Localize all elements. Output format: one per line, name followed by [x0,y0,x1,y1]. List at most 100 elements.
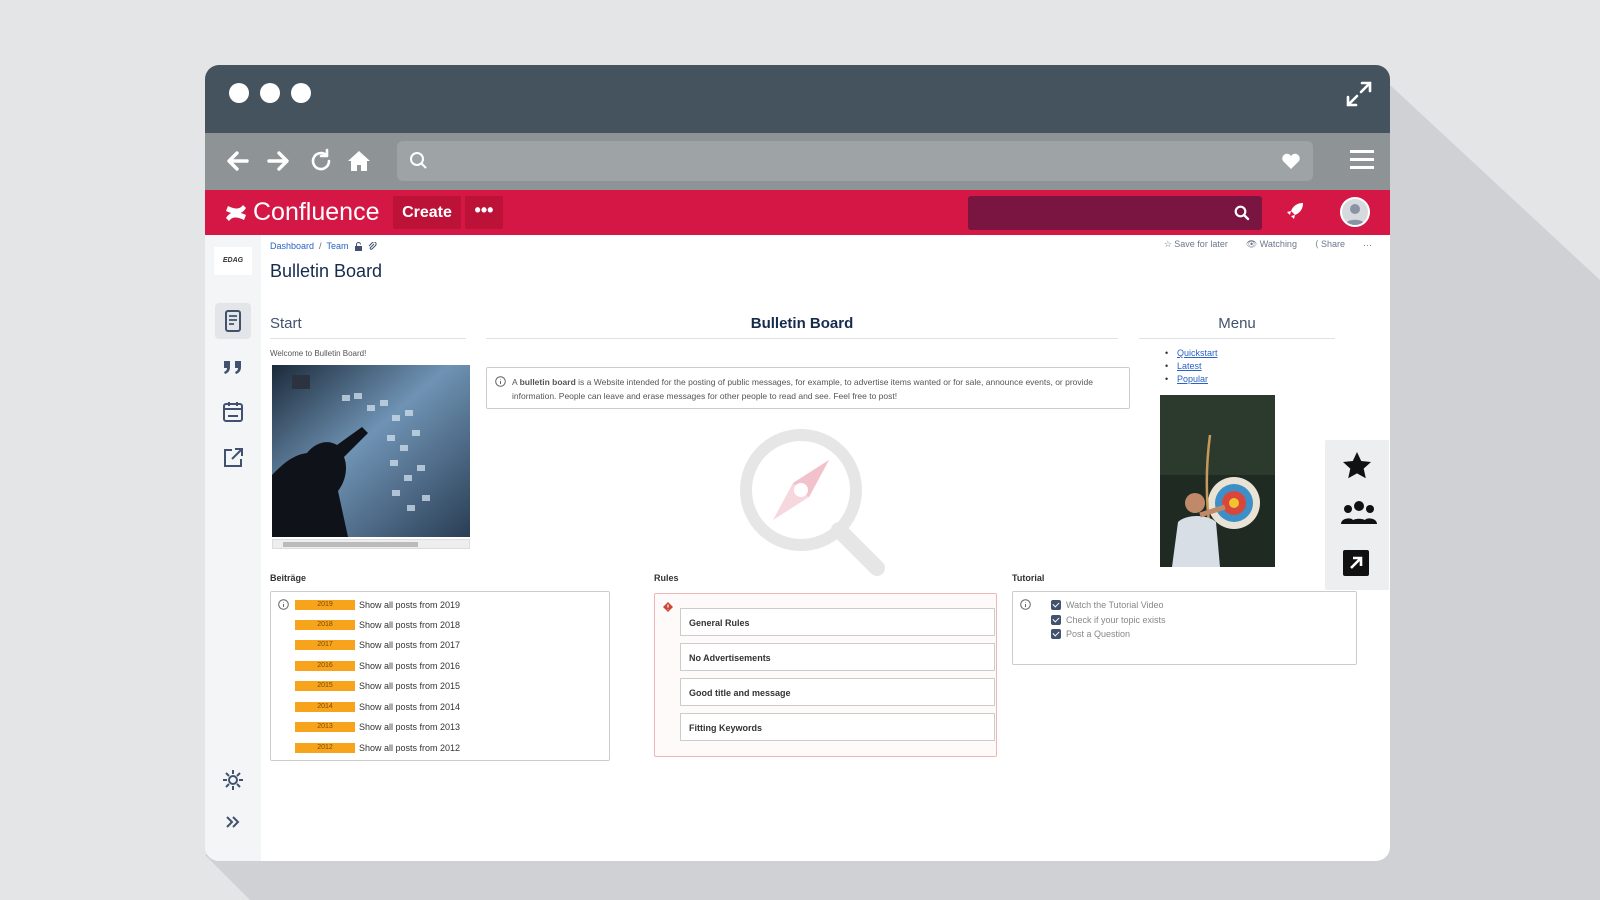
bulletin-heading: Bulletin Board [486,315,1118,339]
year-badge: 2018 [295,620,355,630]
expand-sidebar-chevrons-icon[interactable] [220,809,246,835]
search-icon [1234,205,1250,221]
post-link[interactable]: Show all posts from 2018 [359,620,460,630]
more-actions-button[interactable]: ··· [1363,240,1372,250]
rule-good-title[interactable]: Good title and message [680,678,995,706]
external-link-icon[interactable] [220,445,246,471]
save-for-later-button[interactable]: ☆ Save for later [1164,239,1228,250]
confluence-search-input[interactable] [968,196,1262,230]
post-row-2014[interactable]: 2014 Show all posts from 2014 [295,702,460,712]
beitraege-label: Beiträge [270,573,307,583]
post-row-2012[interactable]: 2012 Show all posts from 2012 [295,743,460,753]
menu-link-quickstart[interactable]: Quickstart [1165,347,1218,360]
share-external-icon[interactable] [1341,548,1371,578]
settings-gear-icon[interactable] [220,767,246,793]
confluence-logo-text: Confluence [253,198,380,226]
menu-heading: Menu [1139,315,1335,339]
scrollbar-thumb[interactable] [283,542,418,547]
restrictions-lock-icon[interactable] [354,241,363,251]
tutorial-item-question[interactable]: Post a Question [1051,629,1130,639]
attachment-icon[interactable] [368,241,377,251]
welcome-text: Welcome to Bulletin Board! [270,349,367,358]
year-badge: 2019 [295,600,355,610]
year-badge: 2012 [295,743,355,753]
notifications-rocket-icon[interactable] [1285,201,1305,221]
confluence-logo[interactable]: Confluence [225,198,379,227]
back-arrow-icon[interactable] [223,147,251,175]
checkbox-checked[interactable] [1051,629,1061,639]
breadcrumb-separator: / [319,241,322,251]
watching-button[interactable]: 👁 Watching [1246,239,1297,250]
expand-icon[interactable] [1344,79,1374,109]
pages-icon[interactable] [220,308,246,334]
menu-link-popular[interactable]: Popular [1165,373,1218,386]
post-row-2017[interactable]: 2017 Show all posts from 2017 [295,640,460,650]
checkbox-checked[interactable] [1051,615,1061,625]
post-row-2018[interactable]: 2018 Show all posts from 2018 [295,620,460,630]
rule-fitting-keywords[interactable]: Fitting Keywords [680,713,995,741]
post-row-2019[interactable]: 2019 Show all posts from 2019 [295,600,460,610]
image-scrollbar[interactable] [272,539,470,549]
start-heading-text: Start [270,315,302,332]
breadcrumb: Dashboard / Team [270,241,377,251]
breadcrumb-dashboard[interactable]: Dashboard [270,241,314,251]
post-link[interactable]: Show all posts from 2019 [359,600,460,610]
tutorial-item-label: Post a Question [1066,629,1131,639]
post-link[interactable]: Show all posts from 2015 [359,681,460,691]
bulletin-heading-text: Bulletin Board [750,315,854,332]
tutorial-panel: Watch the Tutorial Video Check if your t… [1012,591,1357,665]
blog-quote-icon[interactable] [220,353,246,379]
menu-link-latest[interactable]: Latest [1165,360,1218,373]
info-bold: bulletin board [519,377,576,387]
post-link[interactable]: Show all posts from 2017 [359,640,460,650]
share-button[interactable]: ⟨ Share [1315,239,1345,250]
tutorial-item-video[interactable]: Watch the Tutorial Video [1051,600,1164,610]
create-button[interactable]: Create [393,196,461,229]
group-users-icon[interactable] [1341,498,1377,526]
page-title: Bulletin Board [270,261,383,281]
year-badge: 2017 [295,640,355,650]
tutorial-item-label: Watch the Tutorial Video [1066,600,1164,610]
home-icon[interactable] [345,147,373,175]
hamburger-menu-icon[interactable] [1350,149,1374,171]
reload-icon[interactable] [307,147,335,175]
heart-icon[interactable] [1281,152,1301,170]
space-logo[interactable]: EDAG [214,247,252,275]
address-bar[interactable] [397,141,1313,181]
tutorial-item-label: Check if your topic exists [1066,615,1166,625]
search-compass-watermark-icon [740,429,885,576]
watching-label: Watching [1259,239,1297,249]
checkbox-checked[interactable] [1051,600,1061,610]
menu-links: Quickstart Latest Popular [1165,347,1218,386]
post-row-2013[interactable]: 2013 Show all posts from 2013 [295,722,460,732]
window-zoom-button[interactable] [291,83,311,103]
more-button[interactable]: ••• [465,196,503,229]
user-icon [1345,204,1365,225]
window-close-button[interactable] [229,83,249,103]
post-link[interactable]: Show all posts from 2016 [359,661,460,671]
posts-panel: 2019 Show all posts from 2019 2018 Show al… [270,591,610,761]
post-row-2016[interactable]: 2016 Show all posts from 2016 [295,661,460,671]
info-pre: A [512,377,518,387]
post-link[interactable]: Show all posts from 2014 [359,702,460,712]
tutorial-label: Tutorial [1012,573,1045,583]
calendar-icon[interactable] [220,399,246,425]
rule-no-advertisements[interactable]: No Advertisements [680,643,995,671]
bulletin-board-photo [272,365,470,537]
post-row-2015[interactable]: 2015 Show all posts from 2015 [295,681,460,691]
title-bar [205,65,1390,133]
info-text: is a Website intended for the posting of… [512,377,1094,401]
year-badge: 2016 [295,661,355,671]
year-badge: 2013 [295,722,355,732]
star-icon[interactable] [1341,450,1373,482]
avatar[interactable] [1340,197,1370,227]
forward-arrow-icon[interactable] [265,147,293,175]
post-link[interactable]: Show all posts from 2013 [359,722,460,732]
search-icon [410,152,427,169]
breadcrumb-team[interactable]: Team [327,241,349,251]
post-link[interactable]: Show all posts from 2012 [359,743,460,753]
rule-general[interactable]: General Rules [680,608,995,636]
tutorial-item-topic[interactable]: Check if your topic exists [1051,615,1166,625]
info-icon [278,599,289,610]
window-minimize-button[interactable] [260,83,280,103]
